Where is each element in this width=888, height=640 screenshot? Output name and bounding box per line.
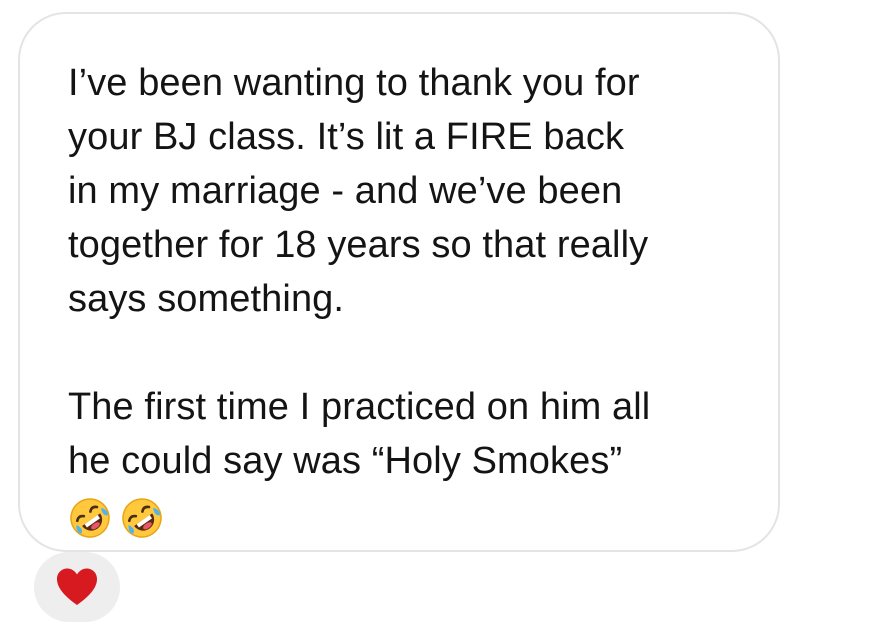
message-text-paragraph-1: I’ve been wanting to thank you for your … — [68, 62, 649, 320]
rolling-laughing-emoji-icon — [70, 498, 110, 538]
rolling-laughing-emoji-icon — [122, 498, 162, 538]
message-bubble[interactable]: I’ve been wanting to thank you for your … — [18, 12, 780, 552]
emoji-row — [68, 496, 738, 540]
heart-reaction-badge[interactable] — [34, 552, 120, 622]
message-text-paragraph-2: The first time I practiced on him all he… — [68, 386, 651, 482]
heart-icon — [57, 568, 97, 605]
